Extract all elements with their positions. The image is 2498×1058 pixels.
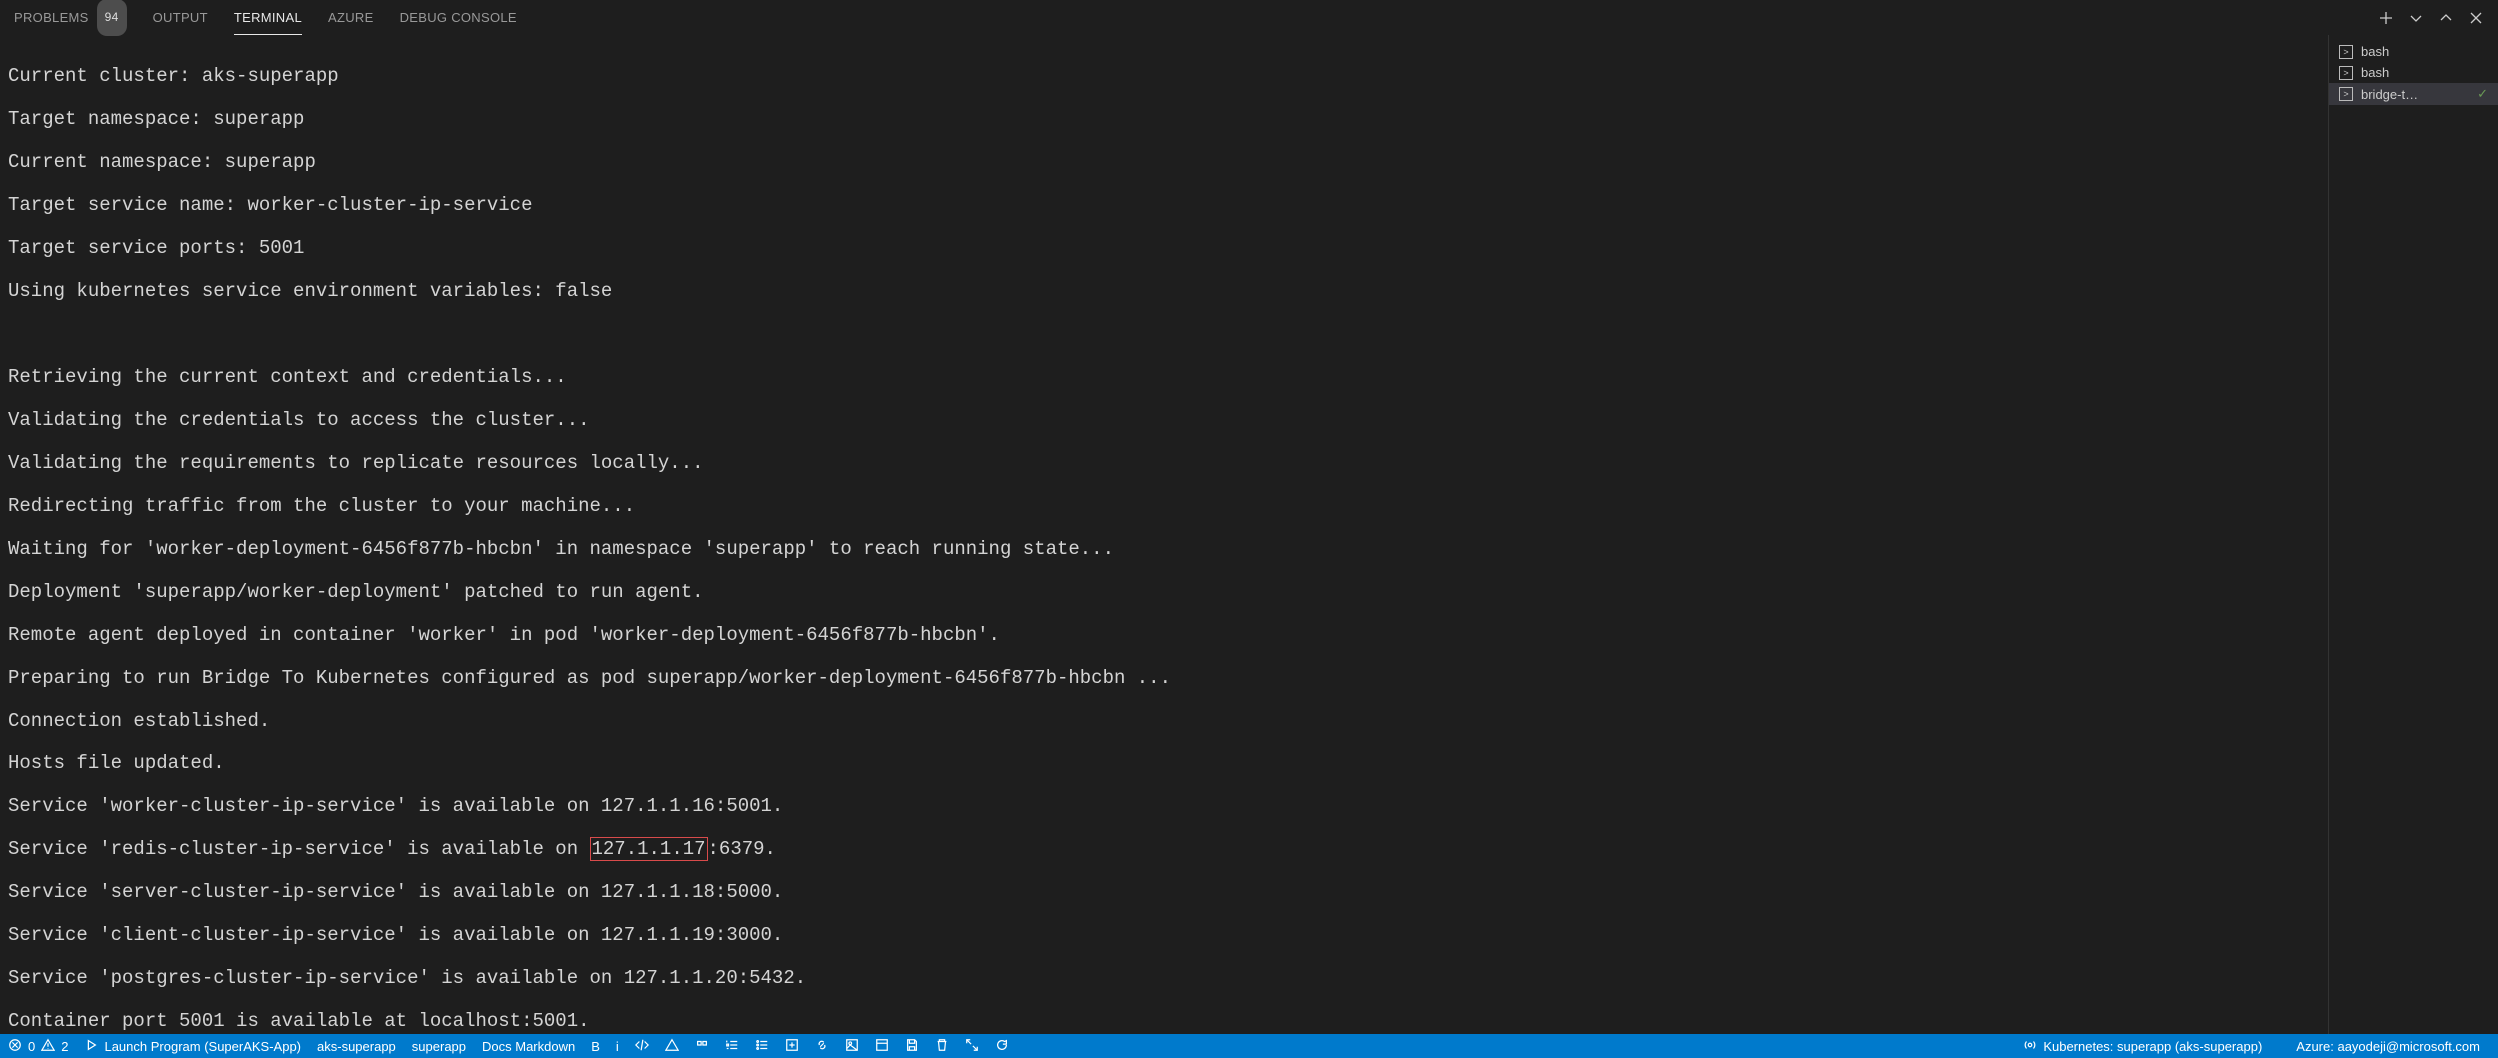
status-docs-markdown[interactable]: Docs Markdown [474, 1034, 583, 1058]
terminal-list: > bash > bash > bridge-t… ✓ [2328, 35, 2498, 1034]
status-save-icon[interactable] [897, 1034, 927, 1058]
save-icon [905, 1038, 919, 1055]
terminal-line: Hosts file updated. [8, 753, 2320, 774]
status-list-icon[interactable] [717, 1034, 747, 1058]
terminal-line: Using kubernetes service environment var… [8, 281, 2320, 302]
expand-icon [965, 1038, 979, 1055]
preview-icon [875, 1038, 889, 1055]
refresh-icon [995, 1038, 1009, 1055]
status-alert-icon[interactable] [657, 1034, 687, 1058]
highlighted-ip: 127.1.1.17 [590, 837, 708, 861]
terminal-item-label: bash [2361, 44, 2389, 59]
terminal-item-bash-1[interactable]: > bash [2329, 41, 2498, 62]
terminal-line: Connection established. [8, 711, 2320, 732]
terminal-line: Service 'worker-cluster-ip-service' is a… [8, 796, 2320, 817]
terminal-line: Waiting for 'worker-deployment-6456f877b… [8, 539, 2320, 560]
list-bullet-icon [755, 1038, 769, 1055]
terminal-line: Validating the requirements to replicate… [8, 453, 2320, 474]
terminal-line: Target service ports: 5001 [8, 238, 2320, 259]
status-link-icon[interactable] [807, 1034, 837, 1058]
terminal-item-bridge[interactable]: > bridge-t… ✓ [2329, 83, 2498, 105]
problems-count-badge: 94 [97, 0, 127, 36]
status-expand-icon[interactable] [957, 1034, 987, 1058]
panel-tabs: PROBLEMS 94 OUTPUT TERMINAL AZURE DEBUG … [0, 0, 2498, 35]
debug-icon [84, 1038, 98, 1055]
tab-terminal[interactable]: TERMINAL [234, 0, 302, 35]
broadcast-icon [2023, 1038, 2037, 1055]
status-bar: 0 2 Launch Program (SuperAKS-App) aks-su… [0, 1034, 2498, 1058]
status-kubernetes[interactable]: Kubernetes: superapp (aks-superapp) [2015, 1034, 2270, 1058]
link-icon [815, 1038, 829, 1055]
status-b[interactable]: B [583, 1034, 608, 1058]
status-launch[interactable]: Launch Program (SuperAKS-App) [76, 1034, 309, 1058]
error-icon [8, 1038, 22, 1055]
terminal-line: Target service name: worker-cluster-ip-s… [8, 195, 2320, 216]
terminal-item-bash-2[interactable]: > bash [2329, 62, 2498, 83]
terminal-line: Target namespace: superapp [8, 109, 2320, 130]
terminal-line: Validating the credentials to access the… [8, 410, 2320, 431]
chevron-up-icon[interactable] [2438, 10, 2454, 26]
terminal-line: Deployment 'superapp/worker-deployment' … [8, 582, 2320, 603]
chevron-down-icon[interactable] [2408, 10, 2424, 26]
quote-icon [695, 1038, 709, 1055]
status-bullet-icon[interactable] [747, 1034, 777, 1058]
status-code-icon[interactable] [627, 1034, 657, 1058]
tab-azure[interactable]: AZURE [328, 0, 374, 35]
warning-icon [41, 1038, 55, 1055]
terminal-icon: > [2339, 87, 2353, 101]
status-i[interactable]: i [608, 1034, 627, 1058]
terminal-icon: > [2339, 45, 2353, 59]
status-problems[interactable]: 0 2 [0, 1034, 76, 1058]
status-refresh-icon[interactable] [987, 1034, 1017, 1058]
terminal-line: Redirecting traffic from the cluster to … [8, 496, 2320, 517]
terminal-line: Service 'client-cluster-ip-service' is a… [8, 925, 2320, 946]
terminal-line [8, 324, 2320, 345]
alert-triangle-icon [665, 1038, 679, 1055]
image-icon [845, 1038, 859, 1055]
tab-problems-label: PROBLEMS [14, 0, 89, 35]
terminal-line: Container port 5001 is available at loca… [8, 1011, 2320, 1032]
status-newfile-icon[interactable] [777, 1034, 807, 1058]
terminal-line: Current cluster: aks-superapp [8, 66, 2320, 87]
status-image-icon[interactable] [837, 1034, 867, 1058]
status-cluster[interactable]: aks-superapp [309, 1034, 404, 1058]
terminal-line: Current namespace: superapp [8, 152, 2320, 173]
code-icon [635, 1038, 649, 1055]
status-preview-icon[interactable] [867, 1034, 897, 1058]
terminal-line: Retrieving the current context and crede… [8, 367, 2320, 388]
terminal-icon: > [2339, 66, 2353, 80]
check-icon: ✓ [2477, 86, 2488, 102]
new-file-icon [785, 1038, 799, 1055]
tab-problems[interactable]: PROBLEMS 94 [14, 0, 127, 35]
tab-debug-console[interactable]: DEBUG CONSOLE [400, 0, 517, 35]
terminal-item-label: bash [2361, 65, 2389, 80]
close-icon[interactable] [2468, 10, 2484, 26]
status-namespace[interactable]: superapp [404, 1034, 474, 1058]
status-quote-icon[interactable] [687, 1034, 717, 1058]
trash-icon [935, 1038, 949, 1055]
terminal-line: Preparing to run Bridge To Kubernetes co… [8, 668, 2320, 689]
new-terminal-icon[interactable] [2378, 10, 2394, 26]
status-trash-icon[interactable] [927, 1034, 957, 1058]
terminal-line: Service 'server-cluster-ip-service' is a… [8, 882, 2320, 903]
terminal-line: Service 'redis-cluster-ip-service' is av… [8, 839, 2320, 860]
terminal-item-label: bridge-t… [2361, 87, 2418, 102]
terminal-output[interactable]: Current cluster: aks-superapp Target nam… [0, 35, 2328, 1034]
terminal-line: Service 'postgres-cluster-ip-service' is… [8, 968, 2320, 989]
terminal-line: Remote agent deployed in container 'work… [8, 625, 2320, 646]
tab-output[interactable]: OUTPUT [153, 0, 208, 35]
list-numbered-icon [725, 1038, 739, 1055]
status-azure-account[interactable]: Azure: aayodeji@microsoft.com [2288, 1034, 2488, 1058]
